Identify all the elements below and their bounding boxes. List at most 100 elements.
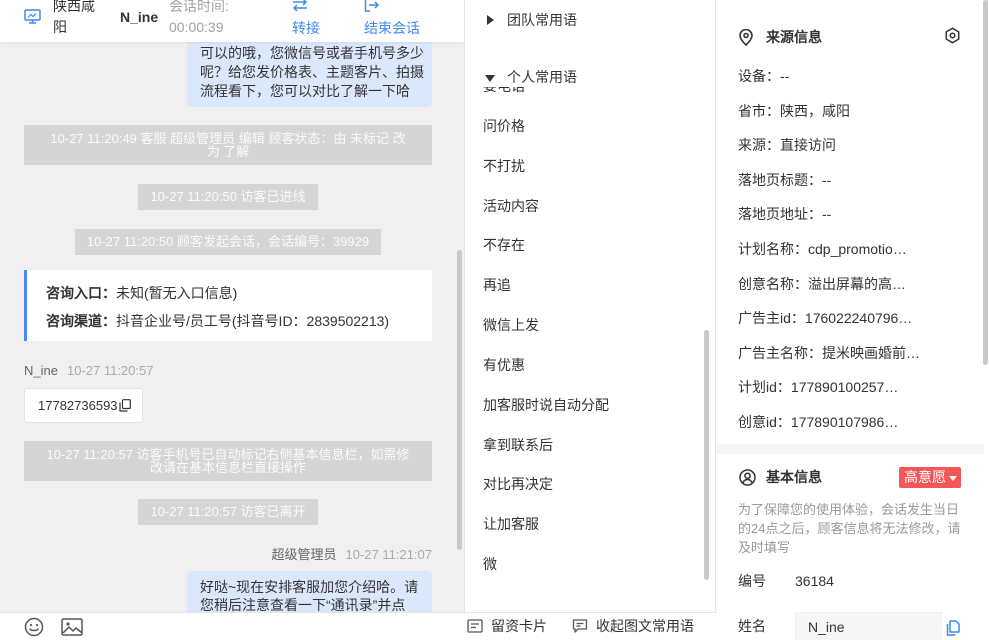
image-icon[interactable] [61, 618, 83, 639]
field-label: 创意名称： [738, 275, 808, 292]
phrase-item[interactable]: 微 [465, 544, 703, 584]
chat-scrollbar[interactable] [457, 250, 462, 550]
end-session-label: 结束会话 [364, 20, 420, 36]
consult-channel-label: 咨询渠道： [46, 313, 116, 329]
caret-down-icon [485, 75, 495, 82]
source-field-device: 设备：-- [738, 59, 978, 94]
team-phrases-label: 团队常用语 [507, 12, 577, 28]
field-label: 来源： [738, 137, 780, 154]
sender-name: N_ine [24, 363, 58, 378]
field-label: 创意id： [738, 413, 791, 430]
field-value: 陕西，咸阳 [780, 102, 850, 119]
transfer-icon [292, 0, 320, 12]
visitor-name: N_ine [120, 9, 159, 25]
consult-entry-value: 未知(暂无入口信息) [116, 285, 238, 301]
personal-phrases-label: 个人常用语 [507, 69, 577, 85]
field-label: 计划名称： [738, 240, 808, 257]
chevron-down-icon [949, 476, 957, 481]
id-label: 编号 [738, 573, 766, 589]
field-value: 提米映画婚前… [822, 344, 920, 361]
edit-deadline-notice: 为了保障您的使用体验，会话发生当日的24点之后，顾客信息将无法修改，请及时填写 [738, 502, 961, 555]
name-label: 姓名 [738, 618, 766, 634]
field-label: 落地页地址： [738, 206, 822, 223]
collapse-icon [572, 619, 588, 633]
source-field-landing-url: 落地页地址：-- [738, 197, 978, 232]
agent-message-meta: 超级管理员 10-27 11:21:07 [271, 547, 432, 563]
transfer-label: 转接 [292, 20, 320, 36]
transfer-button[interactable]: 转接 [292, 0, 320, 39]
field-value: 直接访问 [780, 137, 836, 154]
user-circle-icon [739, 469, 756, 489]
consult-channel-value: 抖音企业号/员工号(抖音号ID：2839502213) [116, 313, 390, 329]
copy-icon[interactable] [118, 399, 131, 412]
message-time: 10-27 11:21:07 [345, 547, 433, 562]
phrase-item[interactable]: 要电话 [465, 87, 703, 106]
phrase-item[interactable]: 活动内容 [465, 186, 703, 226]
phrase-item[interactable]: 不存在 [465, 225, 703, 265]
exit-icon [364, 0, 420, 12]
phrase-item[interactable]: 加客服时说自动分配 [465, 385, 703, 425]
field-value: 溢出屏幕的高… [808, 275, 906, 292]
source-field-creative-name: 创意名称：溢出屏幕的高… [738, 267, 978, 302]
visitor-message-bubble: 17782736593 [24, 388, 143, 423]
phrase-list: 要电话 问价格 不打扰 活动内容 不存在 再追 微信上发 有优惠 加客服时说自动… [465, 87, 703, 612]
end-session-button[interactable]: 结束会话 [364, 0, 420, 39]
source-field-region: 省市：陕西，咸阳 [738, 94, 978, 129]
visitor-phone-text: 17782736593 [38, 398, 118, 413]
phrase-item[interactable]: 有优惠 [465, 345, 703, 385]
field-value: 177890100257… [790, 379, 899, 396]
phrase-item[interactable]: 让加客服 [465, 504, 703, 544]
emoji-icon[interactable] [24, 617, 44, 640]
phrase-item[interactable]: 拿到联系后 [465, 425, 703, 465]
field-label: 设备： [738, 68, 780, 84]
source-field-advertiser-name: 广告主名称：提米映画婚前… [738, 336, 978, 371]
personal-phrases-toggle[interactable]: 个人常用语 [485, 67, 577, 87]
caret-right-icon [487, 15, 494, 25]
field-value: 176022240796… [804, 310, 913, 327]
team-phrases-toggle[interactable]: 团队常用语 [487, 0, 577, 40]
consult-entry-row: 咨询入口：未知(暂无入口信息) [46, 279, 422, 307]
lead-card-label: 留资卡片 [491, 618, 547, 634]
source-field-creative-id: 创意id：177890107986… [738, 405, 978, 440]
field-value: cdp_promotio… [808, 240, 907, 257]
id-value: 36184 [795, 573, 834, 589]
phrase-item[interactable]: 对比再决定 [465, 464, 703, 504]
phrase-item[interactable]: 再追 [465, 265, 703, 305]
section-divider [716, 444, 984, 454]
consult-entry-label: 咨询入口： [46, 285, 116, 301]
consult-source-card: 咨询入口：未知(暂无入口信息) 咨询渠道：抖音企业号/员工号(抖音号ID：283… [24, 270, 432, 341]
system-message: 10-27 11:20:50 访客已进线 [138, 184, 318, 210]
source-field-advertiser-id: 广告主id：176022240796… [738, 301, 978, 336]
source-field-plan-name: 计划名称：cdp_promotio… [738, 232, 978, 267]
system-message: 10-27 11:20:49 客服 超级管理员 编辑 顾客状态：由 未标记 改为… [24, 125, 432, 165]
field-label: 广告主名称： [738, 344, 822, 361]
system-message-row: 10-27 11:20:50 顾客发起会话，会话编号：39929 [24, 229, 432, 255]
chat-messages[interactable]: 可以的哦，您微信号或者手机号多少呢？给您发价格表、主题客片、拍摄流程看下，您可以… [0, 42, 464, 612]
phrase-item[interactable]: 不打扰 [465, 146, 703, 186]
lead-card-button[interactable]: 留资卡片 [467, 613, 547, 640]
intent-level-dropdown[interactable]: 高意愿 [899, 467, 961, 488]
name-field[interactable]: N_ine [795, 612, 942, 640]
settings-icon[interactable] [944, 27, 961, 47]
phrase-scrollbar[interactable] [704, 330, 709, 580]
phrase-item[interactable]: 问价格 [465, 106, 703, 146]
input-toolbar: 留资卡片 收起图文常用语 [0, 612, 716, 640]
field-label: 计划id： [738, 379, 791, 396]
agent-message-bubble: 好哒~现在安排客服加您介绍哈。请您稍后注意查看一下“通讯录”并点 [187, 571, 432, 612]
session-timer: 会话时间: 00:00:39 [169, 0, 229, 38]
collapse-phrases-button[interactable]: 收起图文常用语 [572, 613, 694, 640]
agent-message-bubble: 可以的哦，您微信号或者手机号多少呢？给您发价格表、主题客片、拍摄流程看下，您可以… [187, 42, 432, 107]
phrase-item[interactable]: 微信上发 [465, 305, 703, 345]
system-message: 10-27 11:20:57 访客已离开 [138, 499, 318, 525]
source-info-title: 来源信息 [766, 29, 822, 45]
location-pin-icon [739, 28, 753, 49]
visitor-message-meta: N_ine 10-27 11:20:57 [24, 363, 153, 379]
monitor-icon [24, 9, 41, 27]
collapse-phrases-label: 收起图文常用语 [596, 618, 694, 634]
copy-icon[interactable] [946, 620, 960, 639]
visitor-info-panel: 来源信息 设备：-- 省市：陕西，咸阳 来源：直接访问 落地页标题：-- 落地页… [716, 0, 989, 640]
info-scrollbar[interactable] [983, 0, 988, 365]
field-value: -- [780, 68, 790, 84]
visitor-location: 陕西咸阳 [53, 0, 95, 35]
field-value: 177890107986… [790, 413, 899, 430]
